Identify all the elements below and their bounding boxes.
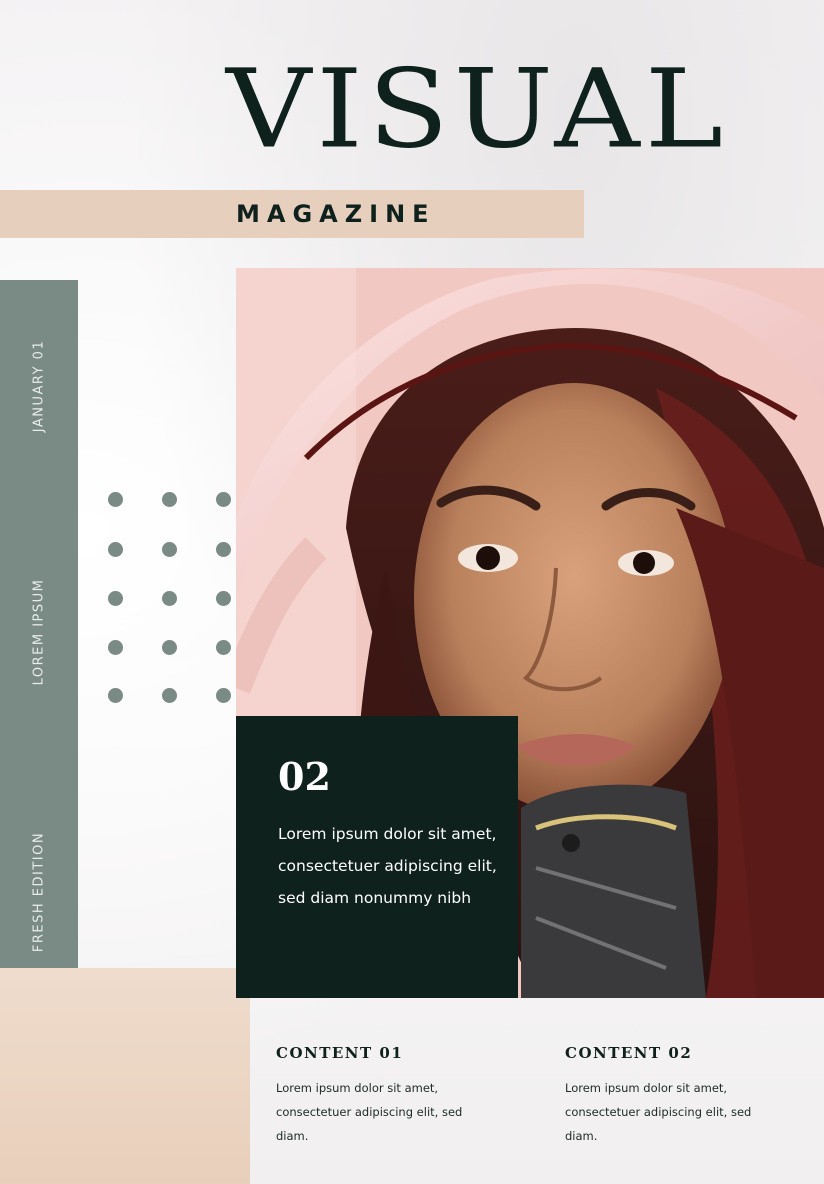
sidebar-band: JANUARY 01 LOREM IPSUM FRESH EDITION: [0, 280, 78, 1008]
content-text-2: Lorem ipsum dolor sit amet, consectetuer…: [565, 1081, 752, 1143]
content-heading-1: CONTENT 01: [276, 1044, 404, 1062]
feature-card: 02 Lorem ipsum dolor sit amet, consectet…: [236, 716, 518, 998]
content-heading-2: CONTENT 02: [565, 1044, 693, 1062]
dot-grid-decoration: [108, 492, 248, 708]
feature-number: 02: [278, 754, 331, 799]
masthead-title: VISUAL: [226, 45, 729, 173]
masthead-subtitle: MAGAZINE: [236, 200, 436, 228]
content-column-2: CONTENT 02 Lorem ipsum dolor sit amet, c…: [565, 1044, 805, 1148]
feature-text: Lorem ipsum dolor sit amet, consectetuer…: [278, 825, 497, 907]
beige-corner-block: [0, 968, 250, 1184]
content-text-1: Lorem ipsum dolor sit amet, consectetuer…: [276, 1081, 463, 1143]
content-column-1: CONTENT 01 Lorem ipsum dolor sit amet, c…: [276, 1044, 516, 1148]
